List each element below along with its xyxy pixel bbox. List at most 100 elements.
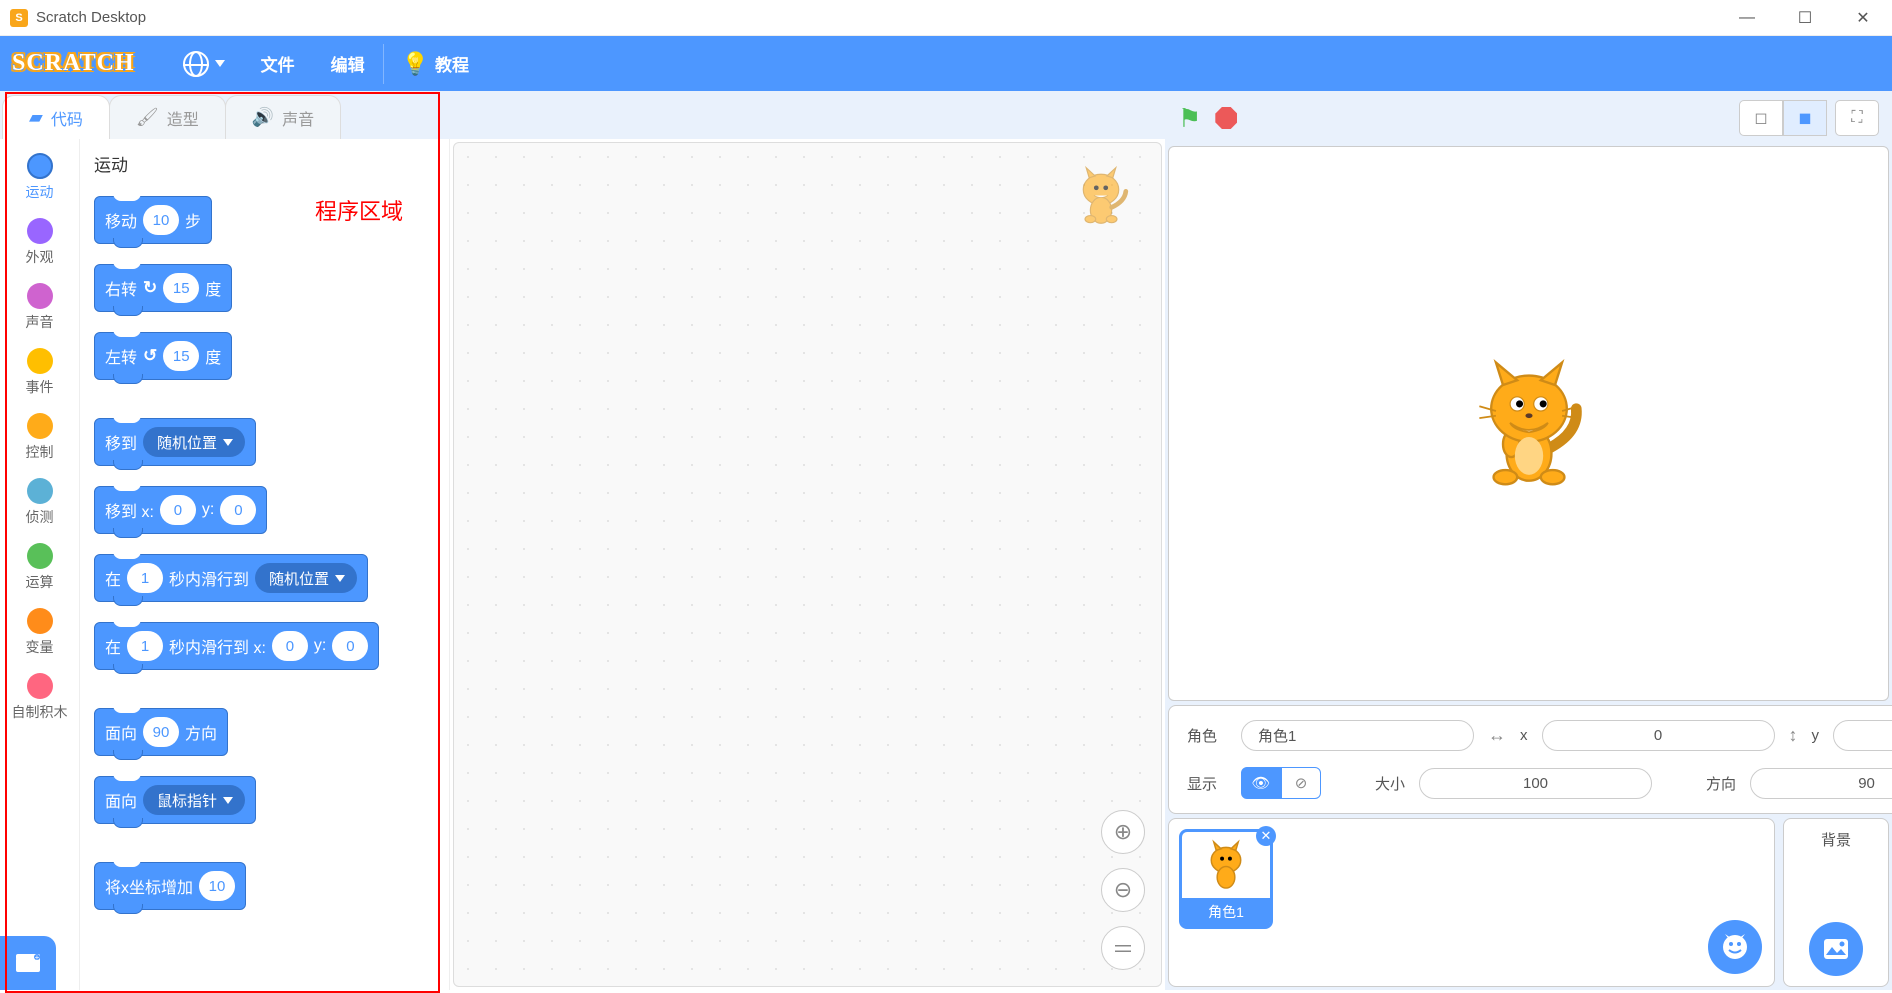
category-variables[interactable]: 变量 [0, 600, 79, 665]
block-goto-xy[interactable]: 移到 x: 0 y: 0 [94, 486, 267, 534]
category-control[interactable]: 控制 [0, 405, 79, 470]
category-looks[interactable]: 外观 [0, 210, 79, 275]
window-titlebar: S Scratch Desktop — ☐ ✕ [0, 0, 1892, 36]
sprite-info-row: 角色 ↔ x ↕ y 显示 👁 ⊘ 大小 [1168, 705, 1889, 814]
input-y[interactable]: 0 [332, 631, 368, 661]
input-direction[interactable]: 90 [143, 717, 179, 747]
app-icon: S [10, 9, 28, 27]
sprite-delete-button[interactable]: ✕ [1256, 826, 1276, 846]
tab-sounds[interactable]: 🔊 声音 [225, 95, 341, 139]
tab-code[interactable]: ▰ 代码 [2, 95, 110, 139]
script-sprite-watermark [1071, 163, 1131, 233]
stage-fullscreen-button[interactable]: ⛶ [1835, 100, 1879, 136]
code-icon: ▰ [29, 107, 43, 128]
script-area[interactable]: ⊕ ⊖ ＝ [453, 142, 1162, 987]
block-categories: 运动 外观 声音 事件 控制 侦测 运算 变量 自制积木 [0, 139, 80, 990]
category-sensing[interactable]: 侦测 [0, 470, 79, 535]
green-flag-button[interactable]: ⚑ [1178, 103, 1201, 134]
block-change-x[interactable]: 将x坐标增加 10 [94, 862, 246, 910]
category-motion[interactable]: 运动 [0, 145, 79, 210]
tab-code-label: 代码 [51, 106, 83, 130]
sprite-size-input[interactable] [1419, 768, 1652, 799]
hide-button[interactable]: ⊘ [1281, 767, 1321, 799]
category-myblocks[interactable]: 自制积木 [0, 665, 79, 730]
sprite-direction-input[interactable] [1750, 768, 1892, 799]
edit-menu[interactable]: 编辑 [313, 36, 383, 91]
input-dx[interactable]: 10 [199, 871, 235, 901]
y-label: y [1812, 727, 1820, 744]
sprite-card[interactable]: ✕ 角色1 [1179, 829, 1273, 929]
add-sprite-button[interactable] [1708, 920, 1762, 974]
backpack-button[interactable]: + [0, 936, 56, 990]
block-turn-cw[interactable]: 右转 ↻ 15 度 [94, 264, 232, 312]
sprite-x-input[interactable] [1542, 720, 1775, 751]
size-label: 大小 [1375, 773, 1405, 794]
stage-small-button[interactable]: ◻ [1739, 100, 1783, 136]
stage[interactable] [1168, 146, 1889, 701]
sprite-y-input[interactable] [1833, 720, 1892, 751]
zoom-reset-button[interactable]: ＝ [1101, 926, 1145, 970]
block-point-towards[interactable]: 面向 鼠标指针 [94, 776, 256, 824]
zoom-in-button[interactable]: ⊕ [1101, 810, 1145, 854]
block-point-direction[interactable]: 面向 90 方向 [94, 708, 228, 756]
editor-tabs: ▰ 代码 🖌 造型 🔊 声音 [0, 91, 1165, 139]
show-button[interactable]: 👁 [1241, 767, 1281, 799]
input-degrees[interactable]: 15 [163, 273, 199, 303]
stage-large-button[interactable]: ◼ [1783, 100, 1827, 136]
input-x[interactable]: 0 [160, 495, 196, 525]
sprite-name-input[interactable] [1241, 720, 1474, 751]
close-button[interactable]: ✕ [1834, 0, 1892, 36]
category-sound[interactable]: 声音 [0, 275, 79, 340]
stop-button[interactable] [1215, 107, 1237, 129]
tab-sounds-label: 声音 [282, 106, 314, 130]
input-y[interactable]: 0 [220, 495, 256, 525]
menubar: SCRATCH 文件 编辑 💡 教程 [0, 36, 1892, 91]
dropdown-glide-target[interactable]: 随机位置 [255, 563, 357, 593]
tab-costumes[interactable]: 🖌 造型 [109, 95, 226, 139]
language-menu[interactable] [165, 36, 243, 91]
category-events[interactable]: 事件 [0, 340, 79, 405]
lightbulb-icon: 💡 [402, 51, 429, 77]
editor-row: 运动 外观 声音 事件 控制 侦测 运算 变量 自制积木 运动 程序区域 移动 … [0, 139, 1165, 990]
chevron-down-icon [335, 575, 345, 582]
block-glide-xy[interactable]: 在 1 秒内滑行到 x: 0 y: 0 [94, 622, 379, 670]
block-glide-menu[interactable]: 在 1 秒内滑行到 随机位置 [94, 554, 368, 602]
minimize-button[interactable]: — [1718, 0, 1776, 36]
window-title: Scratch Desktop [36, 9, 146, 26]
input-x[interactable]: 0 [272, 631, 308, 661]
maximize-button[interactable]: ☐ [1776, 0, 1834, 36]
tutorials-menu[interactable]: 💡 教程 [384, 36, 487, 91]
category-operators[interactable]: 运算 [0, 535, 79, 600]
sprite-card-label: 角色1 [1182, 898, 1270, 926]
file-menu[interactable]: 文件 [243, 36, 313, 91]
chevron-down-icon [215, 60, 225, 67]
dropdown-goto-target[interactable]: 随机位置 [143, 427, 245, 457]
brush-icon: 🖌 [136, 107, 159, 128]
input-steps[interactable]: 10 [143, 205, 179, 235]
stage-size-controls: ◻ ◼ ⛶ [1739, 100, 1879, 136]
input-seconds[interactable]: 1 [127, 563, 163, 593]
block-turn-ccw[interactable]: 左转 ↺ 15 度 [94, 332, 232, 380]
block-goto-menu[interactable]: 移到 随机位置 [94, 418, 256, 466]
input-seconds[interactable]: 1 [127, 631, 163, 661]
globe-icon [183, 51, 209, 77]
main-area: ▰ 代码 🖌 造型 🔊 声音 运动 外观 声音 事件 控制 侦测 运算 [0, 91, 1892, 990]
blocks-palette[interactable]: 运动 程序区域 移动 10 步 右转 ↻ 15 度 左转 [80, 139, 450, 990]
palette-header: 运动 [94, 151, 449, 176]
chevron-down-icon [223, 439, 233, 446]
chevron-down-icon [223, 797, 233, 804]
sprite-on-stage[interactable] [1469, 359, 1589, 489]
dropdown-point-target[interactable]: 鼠标指针 [143, 785, 245, 815]
sprite-list-row: ✕ 角色1 背景 [1168, 818, 1889, 987]
sprite-name-label: 角色 [1187, 725, 1227, 746]
show-label: 显示 [1187, 773, 1227, 794]
add-backdrop-button[interactable] [1809, 922, 1863, 976]
backdrop-label: 背景 [1821, 829, 1851, 850]
zoom-out-button[interactable]: ⊖ [1101, 868, 1145, 912]
input-degrees[interactable]: 15 [163, 341, 199, 371]
block-move-steps[interactable]: 移动 10 步 [94, 196, 212, 244]
x-label: x [1520, 727, 1528, 744]
window-controls: — ☐ ✕ [1718, 0, 1892, 36]
tutorials-label: 教程 [435, 51, 469, 76]
scratch-logo[interactable]: SCRATCH [12, 50, 135, 77]
